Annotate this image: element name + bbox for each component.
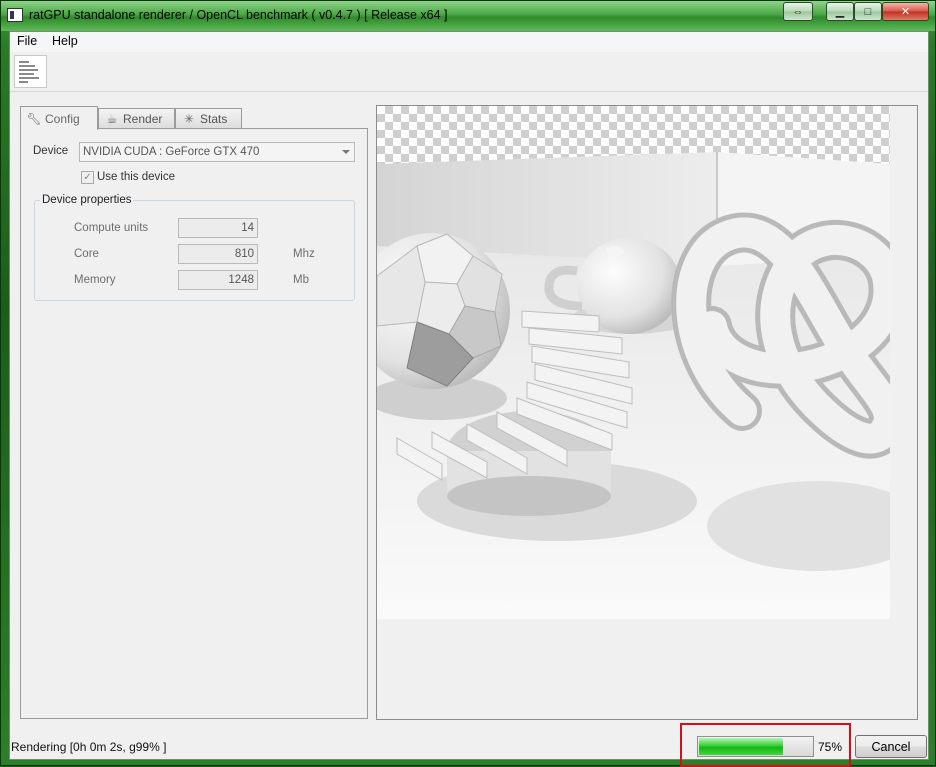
progress-fill [699,738,784,755]
use-device-checkbox[interactable]: ✓ [81,171,94,184]
log-icon[interactable] [14,55,47,88]
app-icon[interactable] [7,8,23,22]
toolbar [10,52,928,92]
tab-render-label: Render [123,112,163,126]
progress-percent-label: 75% [818,740,843,754]
compute-units-field[interactable]: 14 [178,218,258,238]
tab-render[interactable]: ☕︎ Render [98,108,175,129]
wrench-icon: 🔧︎ [26,111,42,126]
device-select-value: NVIDIA CUDA : GeForce GTX 470 [83,146,260,158]
use-device-label: Use this device [97,171,175,183]
rendered-scene-image [377,152,890,619]
fan-icon: ✳︎ [183,112,195,126]
core-unit: Mhz [293,248,315,260]
status-text: Rendering [0h 0m 2s, g99% ] [11,740,167,754]
device-label: Device [33,145,69,157]
chevron-down-icon [342,150,350,154]
device-properties-title: Device properties [40,194,134,206]
core-field[interactable]: 810 [178,244,258,264]
render-progress-bar [697,736,814,757]
core-label: Core [74,248,99,260]
minimize-button[interactable]: ▁ [826,2,854,21]
window-title: ratGPU standalone renderer / OpenCL benc… [29,8,448,22]
app-window: ratGPU standalone renderer / OpenCL benc… [0,0,936,767]
tab-stats[interactable]: ✳︎ Stats [175,108,242,129]
tab-stats-label: Stats [200,112,228,126]
tab-config-label: Config [45,111,80,126]
menu-help[interactable]: Help [49,34,81,48]
title-bar[interactable]: ratGPU standalone renderer / OpenCL benc… [1,1,935,31]
cancel-button[interactable]: Cancel [855,735,927,758]
compute-units-label: Compute units [74,222,149,234]
memory-field[interactable]: 1248 [178,270,258,290]
render-viewport [376,105,918,720]
menu-file[interactable]: File [14,34,40,48]
menu-bar: File Help [10,32,928,52]
memory-label: Memory [74,274,116,286]
client-area: File Help 🔧︎ Config ☕︎ Render ✳︎ Stats D… [9,31,929,767]
tab-config[interactable]: 🔧︎ Config [20,106,98,130]
device-select[interactable]: NVIDIA CUDA : GeForce GTX 470 [79,142,355,162]
maximize-button[interactable]: □ [854,2,882,21]
teapot-icon: ☕︎ [106,112,118,126]
close-button[interactable]: ✕ [882,2,929,21]
memory-unit: Mb [293,274,309,286]
restore-layout-icon[interactable]: ⇔ [783,2,813,21]
render-preview [377,106,890,619]
